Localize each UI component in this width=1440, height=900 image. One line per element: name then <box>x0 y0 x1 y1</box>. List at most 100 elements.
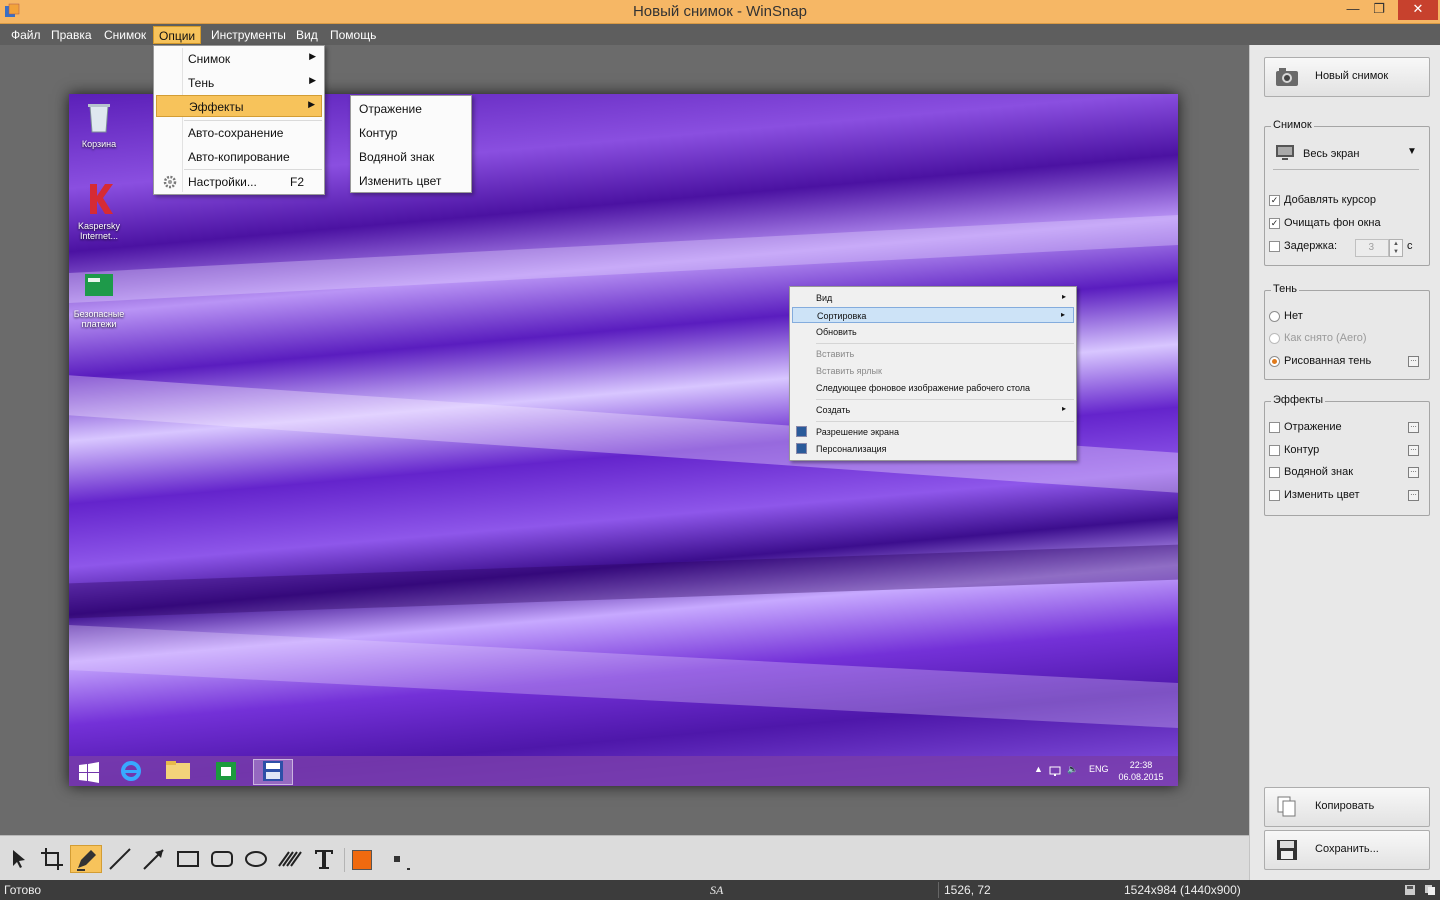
effect-settings-button[interactable]: … <box>1408 445 1419 456</box>
cursor-coordinates: 1526, 72 <box>944 883 991 897</box>
options-item-settings[interactable]: Настройки... F2 <box>156 171 322 193</box>
color-picker-swatch[interactable] <box>352 850 372 870</box>
menu-help[interactable]: Помощь <box>325 26 381 44</box>
shadow-drawn-radio[interactable]: Рисованная тень… <box>1269 354 1427 370</box>
menu-view[interactable]: Вид <box>291 26 323 44</box>
checkbox[interactable] <box>1269 422 1280 433</box>
menu-edit[interactable]: Правка <box>46 26 97 44</box>
ctx-item-view[interactable]: Вид ▸ <box>792 290 1074 306</box>
menu-tools[interactable]: Инструменты <box>206 26 291 44</box>
taskbar-clock[interactable]: 22:38 06.08.2015 <box>1116 759 1166 783</box>
checkbox[interactable] <box>1269 241 1280 252</box>
capture-mode-dropdown[interactable]: Весь экран ▼ <box>1273 141 1421 170</box>
minimize-button[interactable]: — <box>1340 0 1366 20</box>
radio[interactable] <box>1269 311 1280 322</box>
ctx-item-screen-resolution[interactable]: Разрешение экрана <box>792 424 1074 440</box>
ctx-item-paste[interactable]: Вставить <box>792 346 1074 362</box>
save-button[interactable]: Сохранить... <box>1264 830 1430 870</box>
ctx-item-personalize[interactable]: Персонализация <box>792 441 1074 457</box>
shadow-none-radio[interactable]: Нет <box>1269 309 1419 325</box>
ellipse-tool-icon[interactable] <box>243 846 269 872</box>
radio[interactable] <box>1269 356 1280 367</box>
radio[interactable] <box>1269 333 1280 344</box>
title-bar: Новый снимок - WinSnap — ❐ ✕ <box>0 0 1440 24</box>
effect-settings-button[interactable]: … <box>1408 467 1419 478</box>
taskbar-winsnap[interactable] <box>253 759 293 785</box>
ctx-item-new[interactable]: Создать ▸ <box>792 402 1074 418</box>
close-button[interactable]: ✕ <box>1398 0 1438 20</box>
options-item-effects[interactable]: Эффекты ▶ <box>156 95 322 117</box>
taskbar-explorer[interactable] <box>158 759 198 785</box>
menu-file[interactable]: Файл <box>6 26 46 44</box>
status-copy-icon[interactable] <box>1424 884 1436 896</box>
ctx-item-next-wallpaper[interactable]: Следующее фоновое изображение рабочего с… <box>792 380 1074 396</box>
text-tool-icon[interactable] <box>311 846 337 872</box>
status-save-icon[interactable] <box>1404 884 1416 896</box>
maximize-button[interactable]: ❐ <box>1366 0 1392 20</box>
hatch-tool-icon[interactable] <box>277 846 303 872</box>
ctx-item-paste-shortcut[interactable]: Вставить ярлык <box>792 363 1074 379</box>
menu-options[interactable]: Опции <box>153 26 202 44</box>
language-indicator[interactable]: ENG <box>1089 764 1109 774</box>
effect-outline-checkbox[interactable]: Контур… <box>1269 443 1427 459</box>
volume-icon[interactable]: 🔈 <box>1067 764 1078 775</box>
effects-item-watermark[interactable]: Водяной знак <box>353 146 469 168</box>
copy-icon <box>1277 796 1296 817</box>
select-tool-icon[interactable] <box>5 846 31 872</box>
checkbox[interactable]: ✓ <box>1269 195 1280 206</box>
color-swatch-fill <box>353 851 371 869</box>
desktop-icon-recycle-bin[interactable]: Корзина <box>69 100 129 149</box>
pen-tool[interactable] <box>70 845 102 873</box>
line-width-icon[interactable] <box>387 846 413 872</box>
tray-up-icon[interactable]: ▲ <box>1034 764 1043 774</box>
taskbar-store[interactable] <box>206 759 246 785</box>
delay-input[interactable]: 3 <box>1355 239 1389 257</box>
delay-checkbox[interactable]: Задержка: 3 ▲ ▼ с <box>1269 239 1419 257</box>
taskbar-ie[interactable] <box>111 759 151 785</box>
captured-screenshot[interactable]: Корзина Kaspersky Internet... Безопасные… <box>69 94 1178 786</box>
clear-bg-checkbox[interactable]: ✓ Очищать фон окна <box>1269 216 1419 232</box>
checkbox[interactable]: ✓ <box>1269 218 1280 229</box>
checkbox[interactable] <box>1269 467 1280 478</box>
ctx-item-sort[interactable]: Сортировка ▸ <box>792 307 1074 323</box>
effect-reflection-checkbox[interactable]: Отражение… <box>1269 420 1427 436</box>
options-item-snapshot[interactable]: Снимок ▶ <box>156 48 322 70</box>
effects-item-reflection[interactable]: Отражение <box>353 98 469 120</box>
camera-icon <box>1276 68 1298 86</box>
network-icon[interactable] <box>1049 765 1061 777</box>
delay-spinner[interactable]: ▲ ▼ <box>1389 239 1403 257</box>
checkbox[interactable] <box>1269 490 1280 501</box>
rectangle-tool-icon[interactable] <box>175 846 201 872</box>
ctx-item-refresh[interactable]: Обновить <box>792 324 1074 340</box>
shadow-aero-radio[interactable]: Как снято (Aero) <box>1269 331 1419 347</box>
rounded-rectangle-tool-icon[interactable] <box>209 846 235 872</box>
menu-separator <box>184 120 322 121</box>
desktop-icon-kaspersky[interactable]: Kaspersky Internet... <box>69 182 129 241</box>
arrow-tool-icon[interactable] <box>141 846 167 872</box>
window-title: Новый снимок - WinSnap <box>632 3 808 20</box>
effect-settings-button[interactable]: … <box>1408 490 1419 501</box>
options-item-shadow[interactable]: Тень ▶ <box>156 72 322 94</box>
radio-label: Как снято (Aero) <box>1284 332 1367 344</box>
effect-settings-button[interactable]: … <box>1408 422 1419 433</box>
desktop-icon-label: Безопасные платежи <box>73 309 125 329</box>
store-icon <box>216 762 236 780</box>
desktop-icon-safe-money[interactable]: Безопасные платежи <box>69 270 129 329</box>
start-button[interactable] <box>69 759 109 785</box>
new-snapshot-button[interactable]: Новый снимок <box>1264 57 1430 97</box>
effect-watermark-checkbox[interactable]: Водяной знак… <box>1269 465 1427 481</box>
floppy-icon <box>263 761 283 781</box>
button-label: Копировать <box>1315 800 1375 812</box>
shadow-settings-button[interactable]: … <box>1408 356 1419 367</box>
options-item-autosave[interactable]: Авто-сохранение <box>156 122 322 144</box>
crop-tool-icon[interactable] <box>39 846 65 872</box>
effect-change-color-checkbox[interactable]: Изменить цвет… <box>1269 488 1427 504</box>
menu-snapshot[interactable]: Снимок <box>99 26 151 44</box>
add-cursor-checkbox[interactable]: ✓ Добавлять курсор <box>1269 193 1419 209</box>
copy-button[interactable]: Копировать <box>1264 787 1430 827</box>
effects-item-change-color[interactable]: Изменить цвет <box>353 170 469 192</box>
options-item-autocopy[interactable]: Авто-копирование <box>156 146 322 168</box>
line-tool-icon[interactable] <box>107 846 133 872</box>
effects-item-outline[interactable]: Контур <box>353 122 469 144</box>
checkbox[interactable] <box>1269 445 1280 456</box>
